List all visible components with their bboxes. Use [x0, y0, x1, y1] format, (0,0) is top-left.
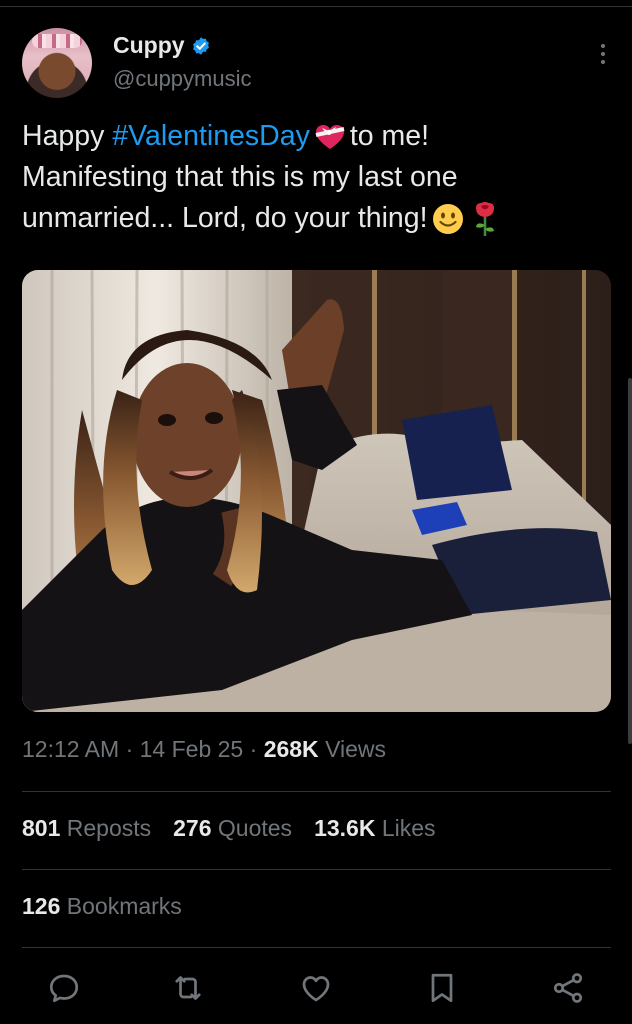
meta-separator: · [249, 736, 258, 762]
user-handle[interactable]: @cuppymusic [113, 66, 252, 92]
tweet-line-1: Happy #ValentinesDay to me! [22, 116, 616, 157]
views-count: 268K [263, 736, 319, 762]
likes-stat[interactable]: 13.6K Likes [314, 815, 435, 842]
bookmark-icon [431, 973, 453, 1003]
bookmarks-stat[interactable]: 126 Bookmarks [22, 893, 182, 920]
heart-with-ribbon-icon [315, 125, 345, 150]
tweet-text: Happy #ValentinesDay to me! Manifesting … [22, 116, 616, 239]
divider [22, 947, 611, 948]
bookmark-button[interactable] [424, 970, 460, 1006]
tweet-text-segment: to me! [349, 120, 430, 152]
engagement-stats: 801 Reposts 276 Quotes 13.6K Likes [22, 815, 436, 842]
likes-label: Likes [381, 815, 436, 841]
reposts-stat[interactable]: 801 Reposts [22, 815, 151, 842]
divider [22, 791, 611, 792]
quotes-stat[interactable]: 276 Quotes [173, 815, 292, 842]
likes-count: 13.6K [314, 815, 376, 841]
more-options-icon[interactable] [598, 44, 608, 70]
rose-icon [475, 202, 494, 237]
views-label: Views [325, 736, 386, 762]
divider [22, 869, 611, 870]
tweet-text-segment: unmarried... Lord, do your thing! [22, 202, 428, 234]
name-row[interactable]: Cuppy [113, 32, 211, 59]
repost-icon [175, 976, 201, 1000]
tweet-date[interactable]: 14 Feb 25 [140, 736, 244, 762]
tweet-photo[interactable] [22, 270, 611, 712]
reply-button[interactable] [46, 970, 82, 1006]
hashtag-link[interactable]: #ValentinesDay [112, 120, 310, 152]
scrollbar[interactable] [628, 378, 632, 744]
bookmarks-count: 126 [22, 893, 61, 919]
reposts-label: Reposts [66, 815, 152, 841]
action-bar [46, 970, 592, 1010]
meta-separator: · [125, 736, 134, 762]
tweet-line-3: unmarried... Lord, do your thing! [22, 198, 616, 239]
quotes-label: Quotes [217, 815, 293, 841]
smiley-face-icon [432, 204, 463, 235]
tweet-meta: 12:12 AM · 14 Feb 25 · 268K Views [22, 736, 386, 763]
share-icon [553, 973, 583, 1003]
verified-badge-icon [192, 36, 209, 55]
tweet-header: Cuppy @cuppymusic [22, 28, 616, 100]
flower-crown [32, 34, 82, 48]
tweet-line-2: Manifesting that this is my last one [22, 161, 458, 193]
bookmarks-label: Bookmarks [66, 893, 182, 919]
photo-image [22, 270, 611, 712]
avatar[interactable] [22, 28, 92, 98]
display-name[interactable]: Cuppy [113, 32, 185, 59]
tweet-time[interactable]: 12:12 AM [22, 736, 119, 762]
repost-button[interactable] [170, 970, 206, 1006]
like-icon [302, 976, 330, 1002]
like-button[interactable] [298, 970, 334, 1006]
tweet-text-segment: Happy [22, 120, 113, 152]
top-divider [0, 6, 632, 7]
quotes-count: 276 [173, 815, 212, 841]
share-button[interactable] [550, 970, 586, 1006]
reposts-count: 801 [22, 815, 61, 841]
reply-icon [49, 974, 79, 1003]
